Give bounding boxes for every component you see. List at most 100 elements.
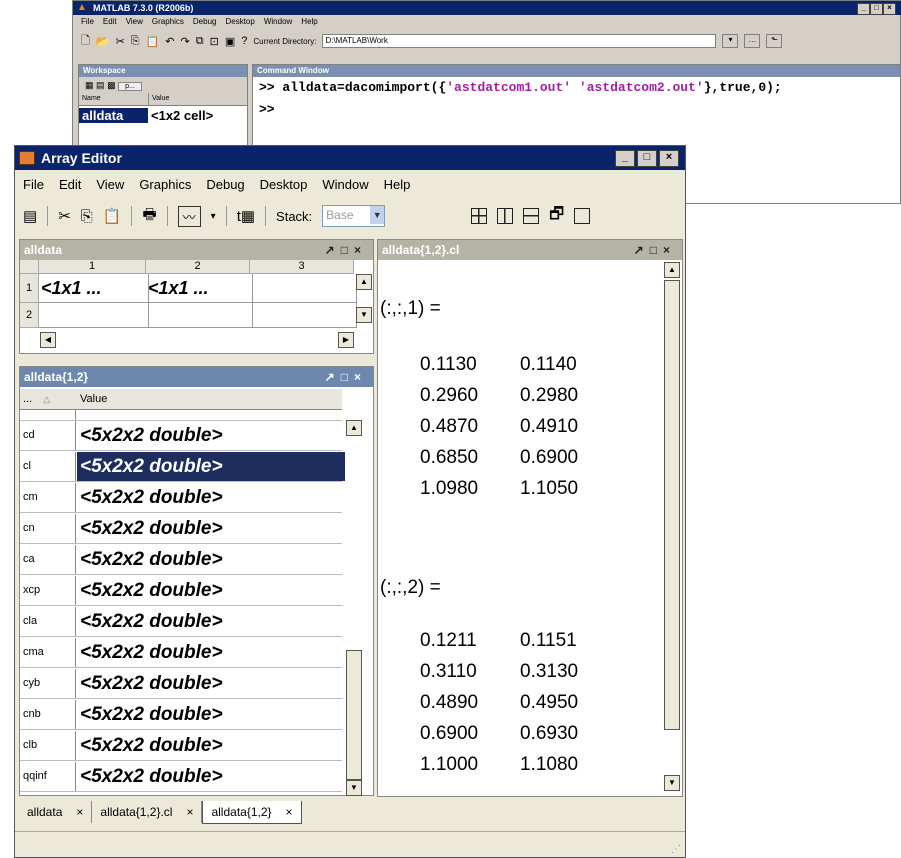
- close-icon[interactable]: ×: [659, 150, 679, 167]
- matrix-value[interactable]: 0.6900: [420, 723, 478, 745]
- struct-field-value[interactable]: <5x2x2 double>: [77, 545, 345, 574]
- struct-value-column[interactable]: Value: [80, 389, 107, 409]
- grid-cell[interactable]: <1x1 ...: [146, 274, 253, 303]
- struct-row[interactable]: cn <5x2x2 double>: [20, 514, 342, 544]
- workspace-var-name[interactable]: alldata: [79, 107, 148, 123]
- struct-row[interactable]: cl <5x2x2 double>: [20, 452, 345, 482]
- struct-row-partial[interactable]: <1x1 struct>: [20, 410, 342, 421]
- grid-column-header[interactable]: 2: [146, 260, 250, 274]
- matrix-value[interactable]: 0.4890: [420, 692, 478, 714]
- struct-field-value[interactable]: <5x2x2 double>: [77, 700, 345, 729]
- stack-select[interactable]: Base ▼: [322, 205, 386, 227]
- up-folder-icon[interactable]: ⬑: [766, 34, 783, 48]
- grid-cell[interactable]: <1x1 ...: [39, 274, 149, 303]
- maximize-icon[interactable]: □: [650, 243, 663, 257]
- menu-graphics[interactable]: Graphics: [152, 15, 184, 29]
- struct-field-value[interactable]: <5x2x2 double>: [77, 421, 345, 450]
- command-prompt-empty[interactable]: >>: [253, 99, 900, 121]
- float-windows-icon[interactable]: 🗗: [549, 203, 564, 230]
- matrix-value[interactable]: 0.3130: [520, 661, 578, 683]
- new-variable-icon[interactable]: ▦: [85, 80, 94, 90]
- top-bottom-split-icon[interactable]: [523, 208, 540, 224]
- scroll-thumb[interactable]: [664, 280, 680, 730]
- maximize-icon[interactable]: □: [870, 3, 883, 15]
- menu-view[interactable]: View: [96, 174, 124, 196]
- grid-row-header[interactable]: 2: [20, 303, 39, 328]
- tab-alldata-cl[interactable]: alldata{1,2}.cl ×: [92, 801, 203, 823]
- chevron-down-icon[interactable]: ▼: [370, 206, 385, 224]
- menu-edit[interactable]: Edit: [103, 15, 117, 29]
- menu-file[interactable]: File: [23, 174, 44, 196]
- profiler-icon[interactable]: ▣: [225, 35, 235, 48]
- matrix-value[interactable]: 0.6930: [520, 723, 578, 745]
- menu-debug[interactable]: Debug: [206, 174, 244, 196]
- matrix-value[interactable]: 0.2980: [520, 385, 578, 407]
- menu-graphics[interactable]: Graphics: [139, 174, 191, 196]
- browse-folder-button[interactable]: …: [744, 34, 761, 48]
- workspace-row[interactable]: alldata <1x2 cell>: [79, 106, 247, 124]
- struct-row[interactable]: cnb <5x2x2 double>: [20, 700, 342, 730]
- grid-row-header[interactable]: 1: [20, 274, 39, 303]
- maximize-icon[interactable]: □: [341, 370, 354, 384]
- plot-dropdown-icon[interactable]: ▾: [211, 211, 216, 222]
- tile-layout-icon[interactable]: [471, 208, 488, 224]
- matrix-value[interactable]: 0.1211: [420, 630, 477, 652]
- undock-icon[interactable]: ↗: [325, 243, 341, 257]
- grid-cell[interactable]: [250, 303, 357, 328]
- matrix-value[interactable]: 0.6850: [420, 447, 478, 469]
- menu-desktop[interactable]: Desktop: [225, 15, 254, 29]
- new-file-icon[interactable]: 🗋: [81, 32, 90, 51]
- matrix-value[interactable]: 0.6900: [520, 447, 578, 469]
- struct-field-value[interactable]: <5x2x2 double>: [77, 576, 345, 605]
- paste-icon[interactable]: 📋: [103, 207, 122, 225]
- menu-window[interactable]: Window: [264, 15, 292, 29]
- left-right-split-icon[interactable]: [497, 208, 514, 224]
- current-directory-field[interactable]: D:\MATLAB\Work: [322, 34, 717, 48]
- copy-icon[interactable]: ⎘: [131, 35, 140, 48]
- scroll-up-icon[interactable]: ▲: [664, 262, 680, 278]
- matrix-value[interactable]: 1.1080: [520, 754, 578, 776]
- close-icon[interactable]: ×: [354, 370, 367, 384]
- grid-column-header[interactable]: 3: [250, 260, 354, 274]
- scroll-left-icon[interactable]: ◀: [40, 332, 56, 348]
- scroll-down-icon[interactable]: ▼: [664, 775, 680, 791]
- matrix-value[interactable]: 0.1151: [520, 630, 577, 652]
- struct-field-value[interactable]: <5x2x2 double>: [77, 638, 345, 667]
- menu-window[interactable]: Window: [322, 174, 368, 196]
- guide-icon[interactable]: ⊡: [210, 35, 219, 48]
- print-icon[interactable]: 🖶: [142, 204, 156, 229]
- scroll-right-icon[interactable]: ▶: [338, 332, 354, 348]
- help-icon[interactable]: ?: [241, 35, 247, 47]
- maximize-icon[interactable]: □: [341, 243, 354, 257]
- workspace-plot-dropdown[interactable]: p...: [118, 82, 142, 91]
- struct-field-value[interactable]: <5x2x2 double>: [77, 762, 345, 791]
- close-icon[interactable]: ×: [286, 801, 293, 823]
- paste-icon[interactable]: 📋: [146, 35, 160, 48]
- close-icon[interactable]: ×: [663, 243, 676, 257]
- matrix-value[interactable]: 0.4910: [520, 416, 578, 438]
- matrix-value[interactable]: 0.2960: [420, 385, 478, 407]
- minimize-icon[interactable]: _: [857, 3, 870, 15]
- matrix-value[interactable]: 0.1130: [420, 354, 477, 376]
- matrix-value[interactable]: 0.1140: [520, 354, 577, 376]
- menu-edit[interactable]: Edit: [59, 174, 81, 196]
- struct-field-value[interactable]: <5x2x2 double>: [77, 452, 345, 481]
- open-variable-icon[interactable]: ▤: [96, 80, 105, 90]
- menu-debug[interactable]: Debug: [193, 15, 217, 29]
- resize-grip-icon[interactable]: ⋰: [671, 844, 681, 855]
- close-icon[interactable]: ×: [354, 243, 367, 257]
- menu-help[interactable]: Help: [384, 174, 411, 196]
- open-folder-icon[interactable]: 📂: [96, 35, 110, 48]
- menu-help[interactable]: Help: [301, 15, 317, 29]
- matrix-value[interactable]: 1.0980: [420, 478, 478, 500]
- undock-icon[interactable]: ↗: [325, 370, 341, 384]
- menu-desktop[interactable]: Desktop: [260, 174, 308, 196]
- scroll-thumb[interactable]: [346, 650, 362, 780]
- maximize-document-icon[interactable]: [574, 208, 591, 224]
- workspace-name-column[interactable]: Name: [79, 93, 149, 105]
- scroll-down-icon[interactable]: ▼: [346, 780, 362, 796]
- undo-icon[interactable]: ↶: [165, 35, 174, 48]
- struct-row[interactable]: cm <5x2x2 double>: [20, 483, 342, 513]
- struct-scrollbar[interactable]: ▲ ▼: [343, 410, 373, 796]
- import-data-icon[interactable]: ▤: [23, 207, 37, 225]
